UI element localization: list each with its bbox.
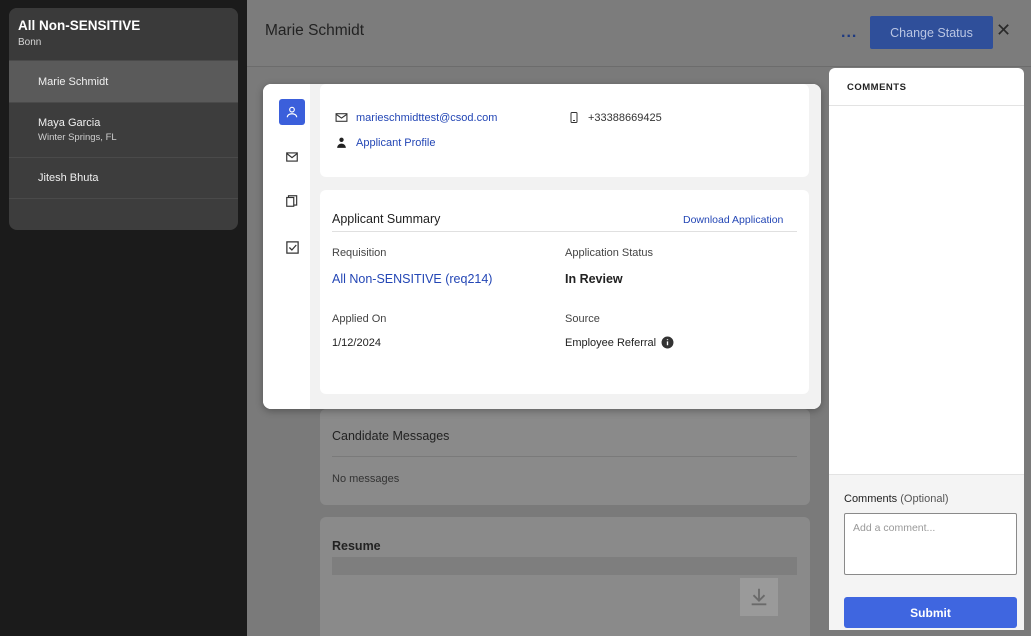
applicant-modal: marieschmidttest@csod.com +33388669425 A…	[263, 84, 821, 409]
status-label: Application Status	[565, 247, 654, 259]
comments-label-text: Comments	[844, 493, 898, 505]
close-icon[interactable]: ✕	[996, 20, 1011, 41]
comments-label: Comments (Optional)	[844, 493, 949, 505]
comments-footer: Comments (Optional) Submit	[829, 474, 1024, 630]
contact-card: marieschmidttest@csod.com +33388669425 A…	[320, 84, 809, 177]
candidate-item-marie-schmidt[interactable]: Marie Schmidt	[9, 60, 238, 102]
section-nav	[263, 84, 310, 409]
requisition-location: Bonn	[18, 37, 42, 48]
profile-row: Applicant Profile	[335, 136, 436, 149]
email-link[interactable]: marieschmidttest@csod.com	[356, 112, 497, 124]
documents-section-icon[interactable]	[279, 188, 305, 214]
requisition-link[interactable]: All Non-SENSITIVE (req214)	[332, 272, 492, 286]
resume-panel: Resume	[320, 517, 810, 636]
candidate-name: Maya Garcia	[38, 117, 101, 129]
candidate-sidebar: All Non-SENSITIVE Bonn Marie Schmidt May…	[0, 0, 247, 636]
applicant-summary-card: Applicant Summary Download Application R…	[320, 190, 809, 394]
requisition-title: All Non-SENSITIVE	[18, 18, 141, 33]
mail-icon	[335, 113, 348, 122]
messages-title: Candidate Messages	[332, 429, 450, 443]
requisition-header: All Non-SENSITIVE Bonn	[9, 8, 238, 60]
candidate-list-empty-row	[9, 198, 238, 230]
comment-input[interactable]	[844, 513, 1017, 575]
phone-icon	[570, 112, 578, 123]
candidate-list: All Non-SENSITIVE Bonn Marie Schmidt May…	[9, 8, 238, 230]
candidate-location: Winter Springs, FL	[38, 132, 117, 143]
phone-number: +33388669425	[588, 111, 662, 124]
resume-toolbar	[332, 557, 797, 575]
email-row: marieschmidttest@csod.com	[335, 111, 497, 124]
download-application-link[interactable]: Download Application	[683, 214, 783, 226]
candidate-name: Marie Schmidt	[38, 75, 109, 88]
summary-title: Applicant Summary	[332, 212, 441, 226]
candidate-title: Marie Schmidt	[265, 22, 365, 39]
change-status-button[interactable]: Change Status	[870, 16, 993, 49]
divider	[332, 456, 797, 457]
checklist-section-icon[interactable]	[279, 234, 305, 260]
messages-empty: No messages	[332, 473, 400, 485]
source-value: Employee Referral	[565, 336, 657, 349]
requisition-label: Requisition	[332, 247, 387, 259]
comments-title: COMMENTS	[829, 68, 1024, 106]
phone-row: +33388669425	[568, 111, 662, 124]
candidate-name: Jitesh Bhuta	[38, 172, 99, 184]
mail-section-icon[interactable]	[279, 144, 305, 170]
comments-optional: (Optional)	[900, 493, 949, 505]
applied-label: Applied On	[332, 313, 387, 325]
status-value: In Review	[565, 272, 623, 286]
candidate-item-maya-garcia[interactable]: Maya Garcia Winter Springs, FL	[9, 102, 238, 157]
applied-value: 1/12/2024	[332, 337, 381, 349]
messages-panel: Candidate Messages No messages	[320, 409, 810, 505]
resume-title: Resume	[332, 539, 381, 553]
applicant-profile-link[interactable]: Applicant Profile	[356, 137, 436, 149]
download-resume-icon[interactable]	[740, 578, 778, 616]
profile-section-icon[interactable]	[279, 99, 305, 125]
source-label: Source	[565, 313, 600, 325]
source-row: Employee Referral	[565, 336, 674, 349]
more-options-button[interactable]: ...	[841, 24, 857, 42]
candidate-item-jitesh-bhuta[interactable]: Jitesh Bhuta	[9, 157, 238, 198]
divider	[332, 231, 797, 232]
comments-panel: COMMENTS Comments (Optional) Submit	[829, 68, 1024, 630]
info-icon[interactable]	[661, 336, 674, 349]
submit-button[interactable]: Submit	[844, 597, 1017, 628]
detail-header: Marie Schmidt ... Change Status ✕	[247, 0, 1031, 67]
person-icon	[337, 137, 346, 148]
